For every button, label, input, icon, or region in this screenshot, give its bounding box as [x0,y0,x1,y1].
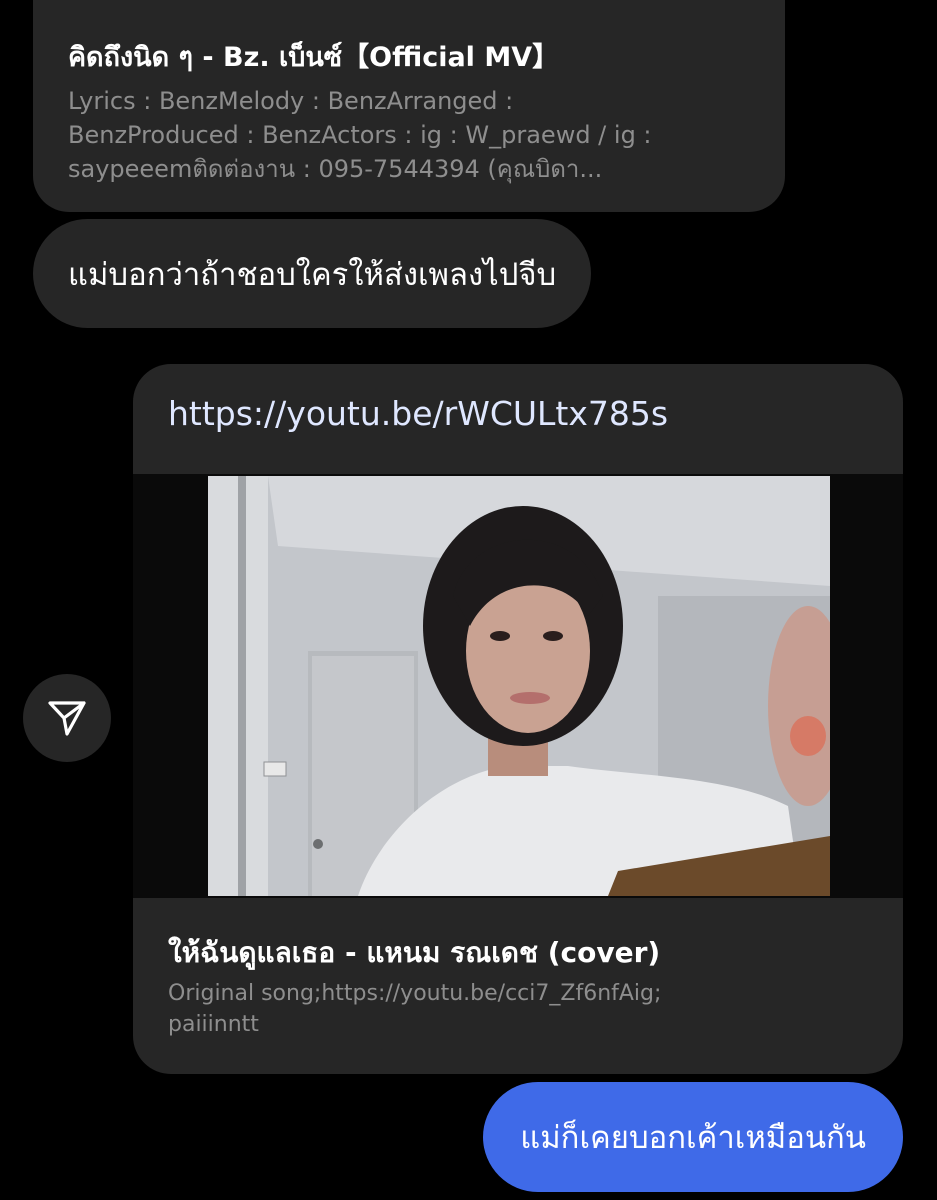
link-card-description: Original song;https://youtu.be/cci7_Zf6n… [168,978,868,1040]
outgoing-message-bubble[interactable]: แม่ก็เคยบอกเค้าเหมือนกัน [483,1082,903,1192]
link-preview-message[interactable]: คิดถึงนิด ๆ - Bz. เบ็นซ์【Official MV】 Ly… [33,0,785,212]
paper-plane-icon [48,701,86,736]
incoming-message-bubble[interactable]: แม่บอกว่าถ้าชอบใครให้ส่งเพลงไปจีบ [33,219,592,328]
link-card-description-line: paiiinntt [168,1012,259,1037]
chat-screen: คิดถึงนิด ๆ - Bz. เบ็นซ์【Official MV】 Ly… [0,0,937,1200]
link-preview-description-line: BenzProduced : BenzActors : ig : W_praew… [68,121,652,149]
link-card-description-line: Original song;https://youtu.be/cci7_Zf6n… [168,981,662,1006]
video-thumbnail [208,476,830,896]
link-card-title: ให้ฉันดูแลเธอ - แหนม รณเดช (cover) [168,936,661,969]
link-preview-title: คิดถึงนิด ๆ - Bz. เบ็นซ์【Official MV】 [68,42,560,73]
video-thumbnail-frame[interactable] [133,474,903,898]
share-button[interactable] [23,674,111,762]
message-link-url[interactable]: https://youtu.be/rWCULtx785s [168,394,668,433]
link-preview-description-line: saypeeemติดต่องาน : 095-7544394 (คุณบิดา… [68,155,603,183]
link-preview-description-line: Lyrics : BenzMelody : BenzArranged : [68,87,514,115]
thumbnail-image [208,476,830,896]
link-preview-description: Lyrics : BenzMelody : BenzArranged : Ben… [68,84,718,186]
link-card-message[interactable]: https://youtu.be/rWCULtx785s ให้ฉันดูแลเ… [133,364,903,1074]
